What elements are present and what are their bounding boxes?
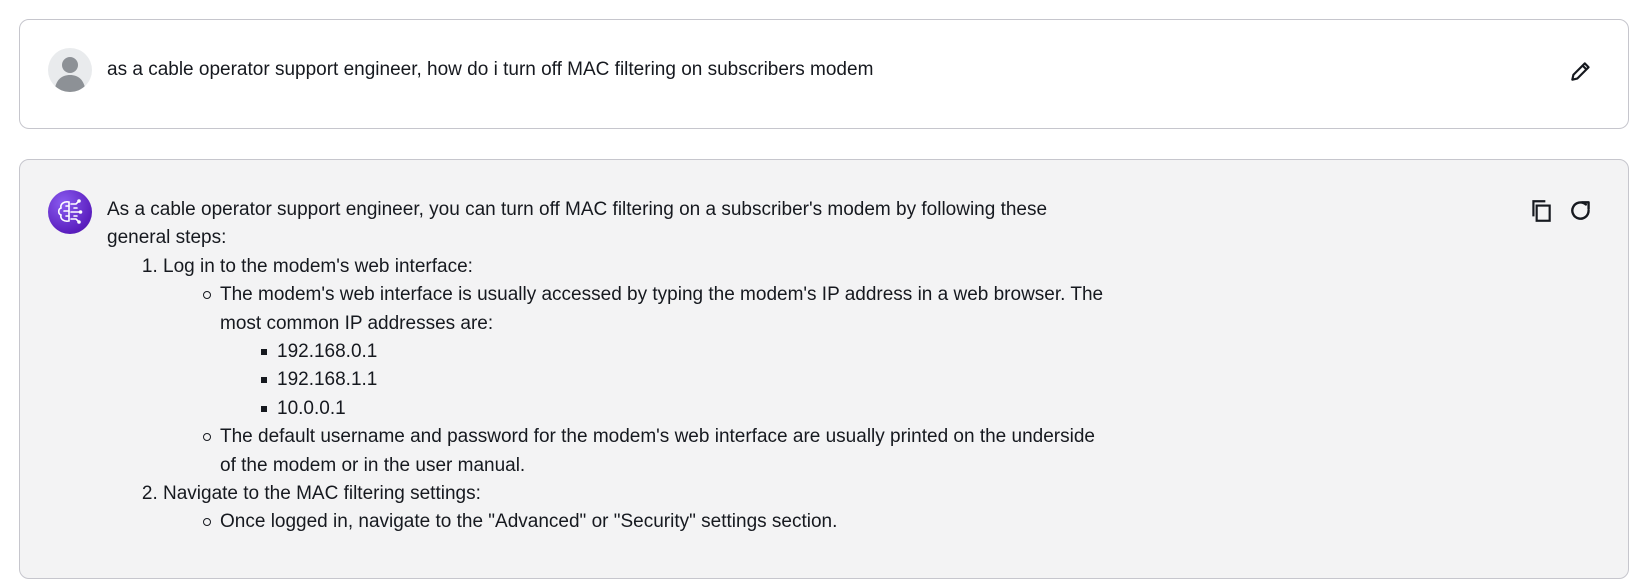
list-item: 192.168.0.1	[261, 338, 1107, 366]
edit-message-button[interactable]	[1568, 58, 1594, 84]
list-item: Once logged in, navigate to the "Advance…	[203, 508, 1107, 536]
assistant-message-card: As a cable operator support engineer, yo…	[19, 159, 1629, 579]
pencil-icon	[1571, 62, 1590, 81]
ai-brain-icon	[57, 199, 83, 224]
step-points: Once logged in, navigate to the "Advance…	[163, 508, 1107, 536]
list-item: Navigate to the MAC filtering settings: …	[163, 480, 1107, 537]
user-message-card: as a cable operator support engineer, ho…	[19, 19, 1629, 129]
refresh-icon	[1571, 201, 1590, 220]
assistant-message-body: As a cable operator support engineer, yo…	[107, 196, 1107, 537]
point-text: The modem's web interface is usually acc…	[220, 284, 1104, 334]
user-avatar-icon	[54, 57, 86, 92]
list-item: The modem's web interface is usually acc…	[203, 281, 1107, 423]
step-title: Navigate to the MAC filtering settings:	[163, 483, 481, 505]
assistant-intro: As a cable operator support engineer, yo…	[107, 199, 1048, 249]
assistant-actions	[1528, 198, 1594, 224]
list-item: 10.0.0.1	[261, 395, 1107, 423]
step-points: The modem's web interface is usually acc…	[163, 281, 1107, 480]
user-message-text: as a cable operator support engineer, ho…	[107, 59, 874, 80]
step-title: Log in to the modem's web interface:	[163, 255, 473, 277]
list-item: 192.168.1.1	[261, 366, 1107, 394]
user-avatar	[48, 48, 92, 92]
steps-list: Log in to the modem's web interface: The…	[107, 253, 1107, 537]
list-item: Log in to the modem's web interface: The…	[163, 253, 1107, 480]
list-item: The default username and password for th…	[203, 423, 1107, 480]
copy-button[interactable]	[1528, 198, 1554, 224]
assistant-avatar	[48, 190, 92, 234]
copy-icon	[1532, 200, 1551, 222]
ip-address-list: 192.168.0.1 192.168.1.1 10.0.0.1	[220, 338, 1107, 423]
regenerate-button[interactable]	[1568, 198, 1594, 224]
